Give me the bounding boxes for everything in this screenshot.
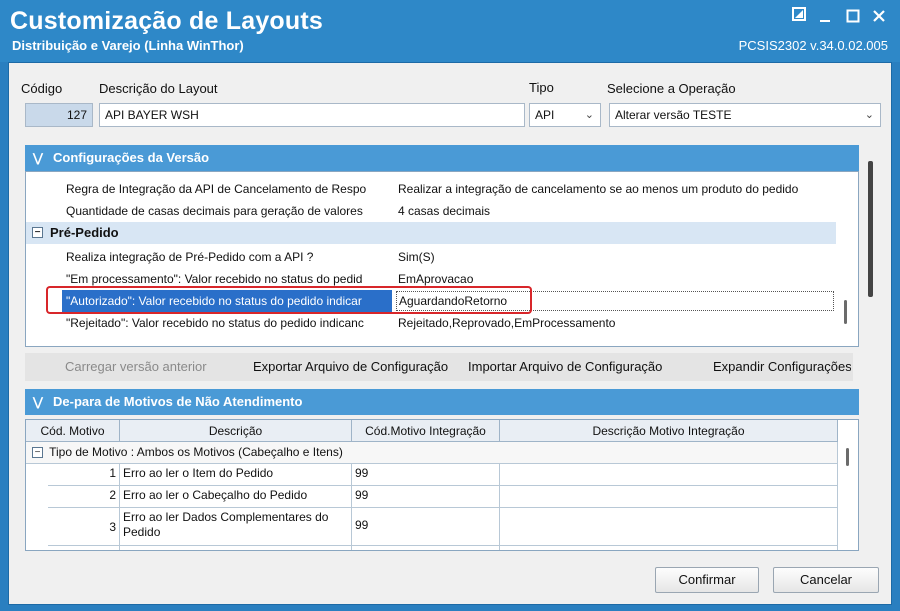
expandir-config-button[interactable]: Expandir Configurações (713, 353, 851, 381)
carregar-versao-button[interactable]: Carregar versão anterior (65, 353, 207, 381)
cell-cod[interactable]: 3 (48, 508, 120, 546)
collapse-chevron-icon: ⋁ (33, 395, 43, 409)
highlight-frame-right (398, 286, 532, 314)
window-subtitle: Distribuição e Varejo (Linha WinThor) (12, 38, 244, 53)
close-icon[interactable] (868, 6, 890, 28)
column-header[interactable]: Cód. Motivo (26, 420, 120, 442)
tipo-label: Tipo (529, 80, 554, 95)
property-grid: Regra de Integração da API de Cancelamen… (25, 171, 859, 347)
depara-panel-title: De-para de Motivos de Não Atendimento (53, 394, 303, 409)
group-label: Tipo de Motivo : Ambos os Motivos (Cabeç… (49, 445, 343, 459)
exportar-config-button[interactable]: Exportar Arquivo de Configuração (253, 353, 448, 381)
title-bar: Customização de Layouts Distribuição e V… (0, 0, 900, 62)
importar-config-button[interactable]: Importar Arquivo de Configuração (468, 353, 662, 381)
column-header[interactable]: Descrição (120, 420, 352, 442)
cancelar-button[interactable]: Cancelar (773, 567, 879, 593)
version-label: PCSIS2302 v.34.0.02.005 (738, 38, 888, 53)
maximize-icon[interactable] (842, 6, 864, 28)
category-label: Pré-Pedido (50, 225, 119, 240)
table-scrollbar[interactable] (846, 448, 849, 466)
property-row[interactable]: "Rejeitado": Valor recebido no status do… (26, 312, 836, 334)
confirmar-button[interactable]: Confirmar (655, 567, 759, 593)
cell-partial (120, 546, 352, 550)
highlight-frame-left (46, 286, 398, 314)
operacao-value: Alterar versão TESTE (615, 108, 732, 122)
cell-desc[interactable]: Erro ao ler o Cabeçalho do Pedido (120, 486, 352, 508)
cell-partial (352, 546, 500, 550)
cell-cod-int[interactable]: 99 (352, 508, 500, 546)
minimize-icon[interactable] (814, 6, 836, 28)
collapse-chevron-icon: ⋁ (33, 151, 43, 165)
cell-desc[interactable]: Erro ao ler o Item do Pedido (120, 464, 352, 486)
property-row[interactable]: Realiza integração de Pré-Pedido com a A… (26, 246, 836, 268)
cell-partial (500, 546, 838, 550)
descricao-label: Descrição do Layout (99, 81, 218, 96)
motivos-table: Cód. Motivo Descrição Cód.Motivo Integra… (25, 419, 859, 551)
property-name: "Rejeitado": Valor recebido no status do… (66, 316, 364, 330)
property-value: Realizar a integração de cancelamento se… (398, 182, 799, 196)
cell-desc[interactable]: Erro ao ler Dados Complementares do Pedi… (120, 508, 352, 546)
property-name: Quantidade de casas decimais para geraçã… (66, 204, 363, 218)
chevron-down-icon: ⌄ (584, 109, 594, 121)
config-toolbar: Carregar versão anterior Exportar Arquiv… (25, 353, 853, 381)
collapse-minus-icon[interactable]: − (32, 447, 43, 459)
cell-desc-int[interactable] (500, 508, 838, 546)
cell-cod[interactable]: 1 (48, 464, 120, 486)
property-name: Realiza integração de Pré-Pedido com a A… (66, 250, 314, 264)
cell-cod[interactable]: 2 (48, 486, 120, 508)
property-value: Sim(S) (398, 250, 435, 264)
collapse-minus-icon[interactable]: − (32, 227, 43, 238)
codigo-label: Código (21, 81, 63, 96)
window-title: Customização de Layouts (10, 7, 323, 35)
chevron-down-icon: ⌄ (864, 109, 874, 121)
operacao-label: Selecione a Operação (607, 81, 736, 96)
group-row[interactable]: − Tipo de Motivo : Ambos os Motivos (Cab… (26, 442, 838, 464)
codigo-field[interactable]: 127 (25, 103, 93, 127)
operacao-select[interactable]: Alterar versão TESTE ⌄ (609, 103, 881, 127)
descricao-field[interactable]: API BAYER WSH (99, 103, 525, 127)
tipo-select[interactable]: API ⌄ (529, 103, 601, 127)
cell-cod-int[interactable]: 99 (352, 464, 500, 486)
restore-layout-icon[interactable] (788, 6, 810, 28)
config-panel-title: Configurações da Versão (53, 150, 210, 165)
panel-scrollbar[interactable] (868, 161, 873, 297)
property-row[interactable]: Regra de Integração da API de Cancelamen… (26, 178, 836, 200)
property-value: Rejeitado,Reprovado,EmProcessamento (398, 316, 616, 330)
cell-desc-int[interactable] (500, 464, 838, 486)
depara-panel-header[interactable]: ⋁ De-para de Motivos de Não Atendimento (25, 389, 859, 415)
cell-cod-int[interactable]: 99 (352, 486, 500, 508)
grid-scrollbar[interactable] (844, 300, 847, 324)
main-content: Código 127 Descrição do Layout API BAYER… (8, 62, 892, 605)
config-panel-header[interactable]: ⋁ Configurações da Versão (25, 145, 859, 171)
cell-partial (48, 546, 120, 550)
property-row[interactable]: Quantidade de casas decimais para geraçã… (26, 200, 836, 222)
cell-desc-int[interactable] (500, 486, 838, 508)
tipo-value: API (535, 108, 555, 122)
property-value: 4 casas decimais (398, 204, 491, 218)
category-pre-pedido[interactable]: − Pré-Pedido (26, 222, 836, 244)
property-name: Regra de Integração da API de Cancelamen… (66, 182, 367, 196)
column-header[interactable]: Cód.Motivo Integração (352, 420, 500, 442)
column-header[interactable]: Descrição Motivo Integração (500, 420, 838, 442)
